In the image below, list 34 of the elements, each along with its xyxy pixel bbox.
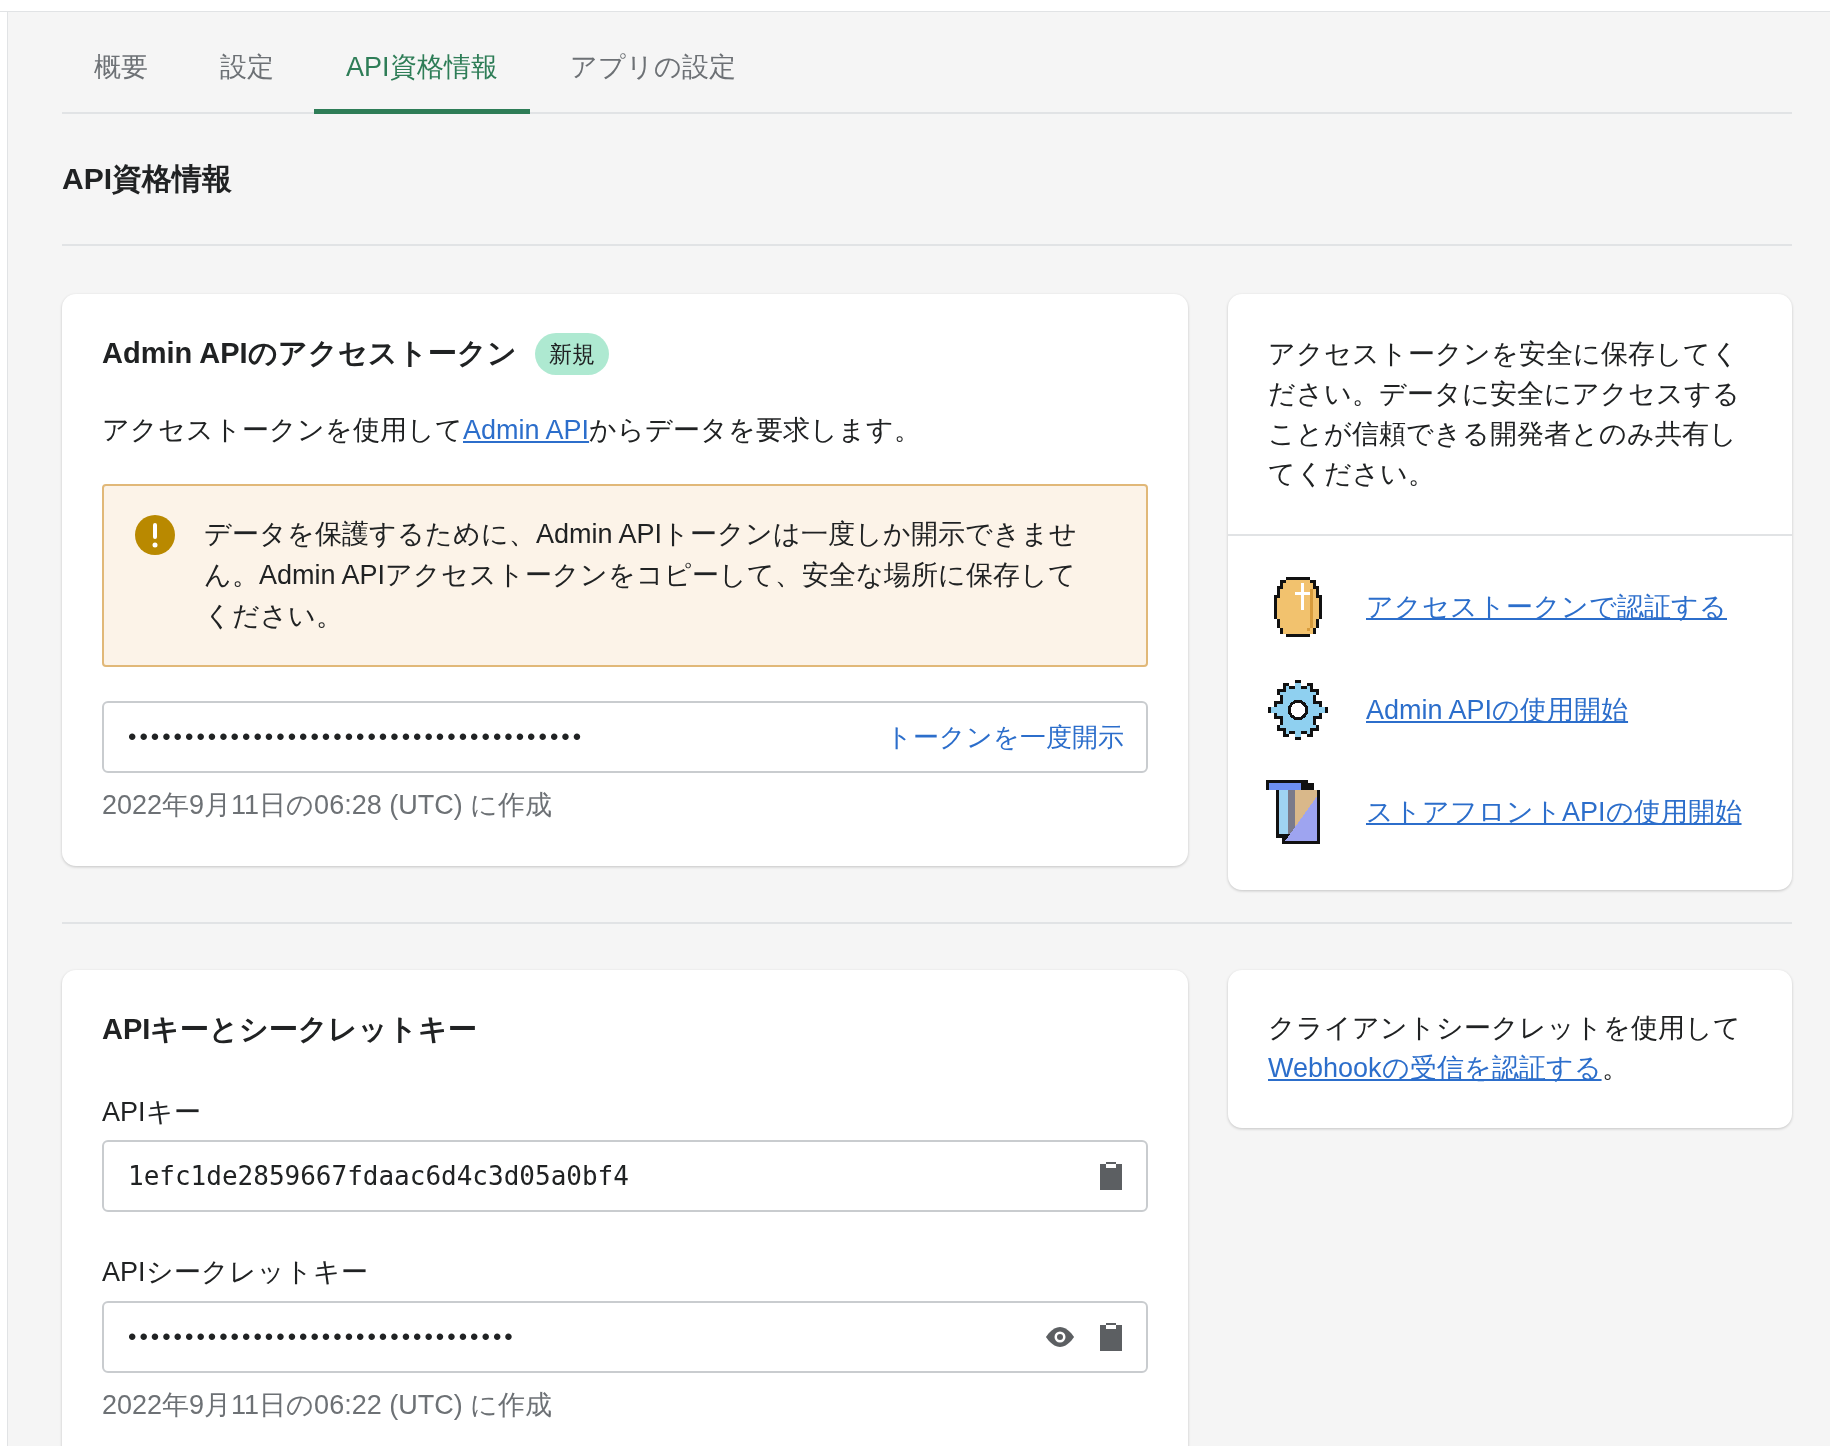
gear-icon [1268, 680, 1328, 740]
tab[interactable]: 概要 [62, 26, 180, 114]
warning-text: データを保護するために、Admin APIトークンは一度しか開示できません。Admin APIアクセストークンをコピーして、安全な場所に保存してください。 [204, 518, 1079, 633]
tab[interactable]: 設定 [188, 26, 306, 114]
token-field[interactable]: •••••••••••••••••••••••••••••••••••••••• トークンを一度開示 [102, 701, 1148, 773]
help-text: クライアントシークレットを使用して Webhookの受信を認証する。 [1268, 1012, 1742, 1085]
reveal-token-button[interactable]: トークンを一度開示 [886, 717, 1124, 757]
tab[interactable]: アプリの設定 [537, 26, 768, 114]
clipboard-icon[interactable] [1098, 1320, 1124, 1353]
field-label: APIシークレットキー [102, 1256, 369, 1289]
masked-token: •••••••••••••••••••••••••••••••••••••••• [128, 722, 585, 752]
page-title: API資格情報 [62, 164, 233, 194]
coin-icon [1271, 574, 1325, 640]
card-title: Admin APIのアクセストークン [102, 336, 517, 371]
help-link[interactable]: アクセストークンで認証する [1366, 586, 1727, 628]
eye-icon[interactable] [1044, 1325, 1076, 1348]
help-link[interactable]: Admin APIの使用開始 [1366, 689, 1629, 731]
masked-key: •••••••••••••••••••••••••••••••••• [128, 1318, 516, 1355]
key-field[interactable]: •••••••••••••••••••••••••••••••••• [102, 1300, 1148, 1373]
admin-api-link[interactable]: Admin API [463, 414, 590, 445]
new-badge: 新規 [534, 332, 609, 375]
help-text: アクセストークンを安全に保存してください。データに安全にアクセスすることが信頼できる開発者とのみ共有してください。 [1228, 294, 1792, 536]
field-label: APIキー [102, 1095, 202, 1129]
clipboard-icon[interactable] [1098, 1160, 1124, 1192]
created-date: 2022年9月11日の06:22 (UTC) に作成 [102, 1388, 554, 1422]
warning-icon [134, 514, 176, 556]
key-field[interactable]: 1efc1de2859667fdaac6d4c3d05a0bf4 [102, 1140, 1148, 1212]
created-date: 2022年9月11日の06:28 (UTC) に作成 [102, 789, 554, 822]
webhook-link[interactable]: Webhookの受信を認証する [1268, 1053, 1602, 1083]
tab[interactable]: API資格情報 [314, 26, 530, 114]
key-value: 1efc1de2859667fdaac6d4c3d05a0bf4 [128, 1159, 629, 1193]
card-title: APIキーとシークレットキー [102, 1012, 479, 1047]
help-link[interactable]: ストアフロントAPIの使用開始 [1366, 791, 1742, 833]
card-description: アクセストークンを使用してAdmin APIからデータを要求します。 [102, 413, 923, 447]
